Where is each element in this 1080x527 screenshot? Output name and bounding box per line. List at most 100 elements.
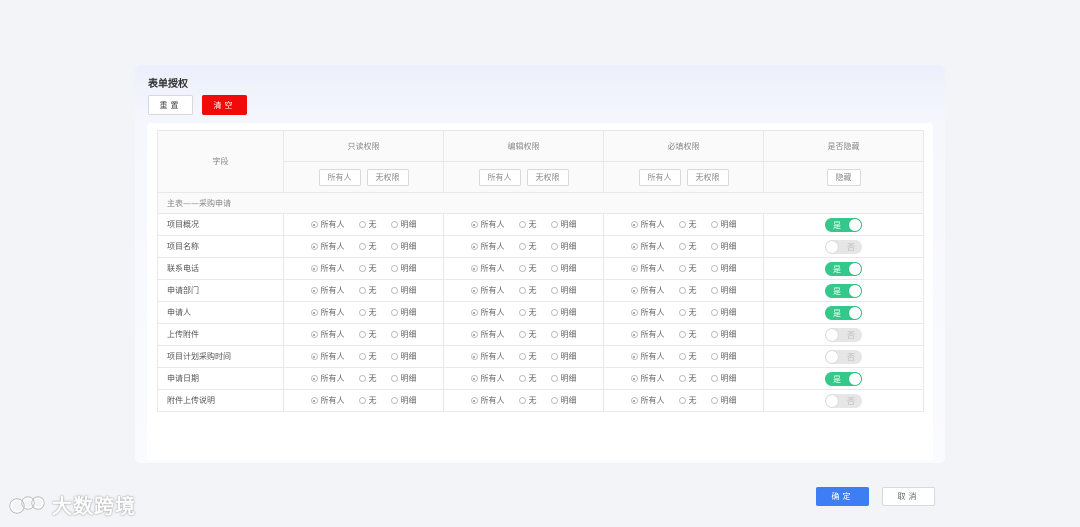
readonly-radio-option[interactable]: 明细 <box>390 263 417 274</box>
readonly-radio-option[interactable]: 所有人 <box>310 351 345 362</box>
required-radio-option[interactable]: 无 <box>678 219 697 230</box>
required-radio-option[interactable]: 明细 <box>710 329 737 340</box>
required-radio-option[interactable]: 明细 <box>710 219 737 230</box>
hidden-toggle[interactable]: 是 <box>825 371 862 386</box>
readonly-radio-option[interactable]: 无 <box>358 241 377 252</box>
readonly-radio-option[interactable]: 明细 <box>390 285 417 296</box>
edit-radio-option[interactable]: 无 <box>518 329 537 340</box>
edit-radio-option[interactable]: 明细 <box>550 285 577 296</box>
confirm-button[interactable]: 确定 <box>816 487 869 506</box>
required-radio-option[interactable]: 无 <box>678 241 697 252</box>
readonly-radio-option[interactable]: 明细 <box>390 241 417 252</box>
edit-radio-option[interactable]: 所有人 <box>470 329 505 340</box>
edit-radio-option[interactable]: 明细 <box>550 219 577 230</box>
hidden-toggle[interactable]: 否 <box>825 349 862 364</box>
edit-radio-option[interactable]: 无 <box>518 351 537 362</box>
edit-radio-option[interactable]: 明细 <box>550 351 577 362</box>
required-radio-option[interactable]: 明细 <box>710 351 737 362</box>
hidden-toggle[interactable]: 是 <box>825 217 862 232</box>
hidden-toggle[interactable]: 是 <box>825 283 862 298</box>
edit-radio-option[interactable]: 无 <box>518 241 537 252</box>
readonly-radio-option[interactable]: 所有人 <box>310 263 345 274</box>
edit-radio-option[interactable]: 所有人 <box>470 241 505 252</box>
required-radio-option[interactable]: 无 <box>678 329 697 340</box>
hidden-toggle[interactable]: 是 <box>825 305 862 320</box>
edit-none-chip[interactable]: 无权限 <box>526 168 569 186</box>
required-radio-option[interactable]: 无 <box>678 373 697 384</box>
required-radio-option[interactable]: 所有人 <box>630 395 665 406</box>
edit-radio-option[interactable]: 无 <box>518 219 537 230</box>
edit-radio-option[interactable]: 所有人 <box>470 307 505 318</box>
readonly-radio-option[interactable]: 所有人 <box>310 241 345 252</box>
edit-radio-option[interactable]: 无 <box>518 373 537 384</box>
required-none-chip[interactable]: 无权限 <box>686 168 729 186</box>
required-radio-option[interactable]: 无 <box>678 351 697 362</box>
required-radio-option[interactable]: 无 <box>678 395 697 406</box>
readonly-radio-option[interactable]: 所有人 <box>310 219 345 230</box>
readonly-all-chip[interactable]: 所有人 <box>318 168 361 186</box>
cancel-button[interactable]: 取消 <box>882 487 935 506</box>
edit-radio-option[interactable]: 明细 <box>550 241 577 252</box>
readonly-radio-option[interactable]: 明细 <box>390 351 417 362</box>
edit-radio-option[interactable]: 明细 <box>550 373 577 384</box>
edit-radio-option[interactable]: 无 <box>518 307 537 318</box>
reset-button[interactable]: 重置 <box>148 95 193 115</box>
readonly-none-chip[interactable]: 无权限 <box>366 168 409 186</box>
readonly-radio-option[interactable]: 明细 <box>390 373 417 384</box>
required-radio-option[interactable]: 无 <box>678 285 697 296</box>
edit-radio-option[interactable]: 所有人 <box>470 219 505 230</box>
required-radio-option[interactable]: 明细 <box>710 241 737 252</box>
edit-radio-option[interactable]: 所有人 <box>470 395 505 406</box>
edit-radio-option[interactable]: 明细 <box>550 395 577 406</box>
edit-radio-option[interactable]: 明细 <box>550 329 577 340</box>
readonly-radio-option[interactable]: 无 <box>358 263 377 274</box>
readonly-radio-option[interactable]: 无 <box>358 329 377 340</box>
edit-all-chip[interactable]: 所有人 <box>478 168 521 186</box>
required-radio-option[interactable]: 明细 <box>710 395 737 406</box>
readonly-radio-option[interactable]: 明细 <box>390 307 417 318</box>
readonly-radio-option[interactable]: 无 <box>358 219 377 230</box>
required-radio-option[interactable]: 所有人 <box>630 219 665 230</box>
readonly-radio-option[interactable]: 无 <box>358 395 377 406</box>
hidden-toggle[interactable]: 是 <box>825 261 862 276</box>
readonly-radio-option[interactable]: 所有人 <box>310 373 345 384</box>
edit-radio-option[interactable]: 无 <box>518 395 537 406</box>
edit-radio-option[interactable]: 明细 <box>550 307 577 318</box>
readonly-radio-option[interactable]: 明细 <box>390 395 417 406</box>
readonly-radio-option[interactable]: 所有人 <box>310 395 345 406</box>
required-radio-option[interactable]: 明细 <box>710 263 737 274</box>
hidden-toggle[interactable]: 否 <box>825 239 862 254</box>
readonly-radio-option[interactable]: 无 <box>358 373 377 384</box>
clear-button[interactable]: 清空 <box>202 95 247 115</box>
required-all-chip[interactable]: 所有人 <box>638 168 681 186</box>
readonly-radio-option[interactable]: 无 <box>358 285 377 296</box>
readonly-radio-option[interactable]: 所有人 <box>310 307 345 318</box>
readonly-radio-option[interactable]: 明细 <box>390 329 417 340</box>
readonly-radio-option[interactable]: 无 <box>358 351 377 362</box>
hidden-toggle[interactable]: 否 <box>825 393 862 408</box>
required-radio-option[interactable]: 所有人 <box>630 307 665 318</box>
edit-radio-option[interactable]: 所有人 <box>470 285 505 296</box>
required-radio-option[interactable]: 所有人 <box>630 241 665 252</box>
required-radio-option[interactable]: 所有人 <box>630 351 665 362</box>
edit-radio-option[interactable]: 所有人 <box>470 263 505 274</box>
readonly-radio-option[interactable]: 无 <box>358 307 377 318</box>
required-radio-option[interactable]: 所有人 <box>630 285 665 296</box>
required-radio-option[interactable]: 无 <box>678 263 697 274</box>
required-radio-option[interactable]: 明细 <box>710 285 737 296</box>
edit-radio-option[interactable]: 无 <box>518 285 537 296</box>
required-radio-option[interactable]: 明细 <box>710 373 737 384</box>
required-radio-option[interactable]: 所有人 <box>630 329 665 340</box>
readonly-radio-option[interactable]: 所有人 <box>310 285 345 296</box>
required-radio-option[interactable]: 无 <box>678 307 697 318</box>
edit-radio-option[interactable]: 所有人 <box>470 373 505 384</box>
hidden-toggle[interactable]: 否 <box>825 327 862 342</box>
required-radio-option[interactable]: 所有人 <box>630 373 665 384</box>
hide-all-chip[interactable]: 隐藏 <box>826 168 861 186</box>
edit-radio-option[interactable]: 所有人 <box>470 351 505 362</box>
edit-radio-option[interactable]: 无 <box>518 263 537 274</box>
readonly-radio-option[interactable]: 明细 <box>390 219 417 230</box>
readonly-radio-option[interactable]: 所有人 <box>310 329 345 340</box>
required-radio-option[interactable]: 明细 <box>710 307 737 318</box>
edit-radio-option[interactable]: 明细 <box>550 263 577 274</box>
